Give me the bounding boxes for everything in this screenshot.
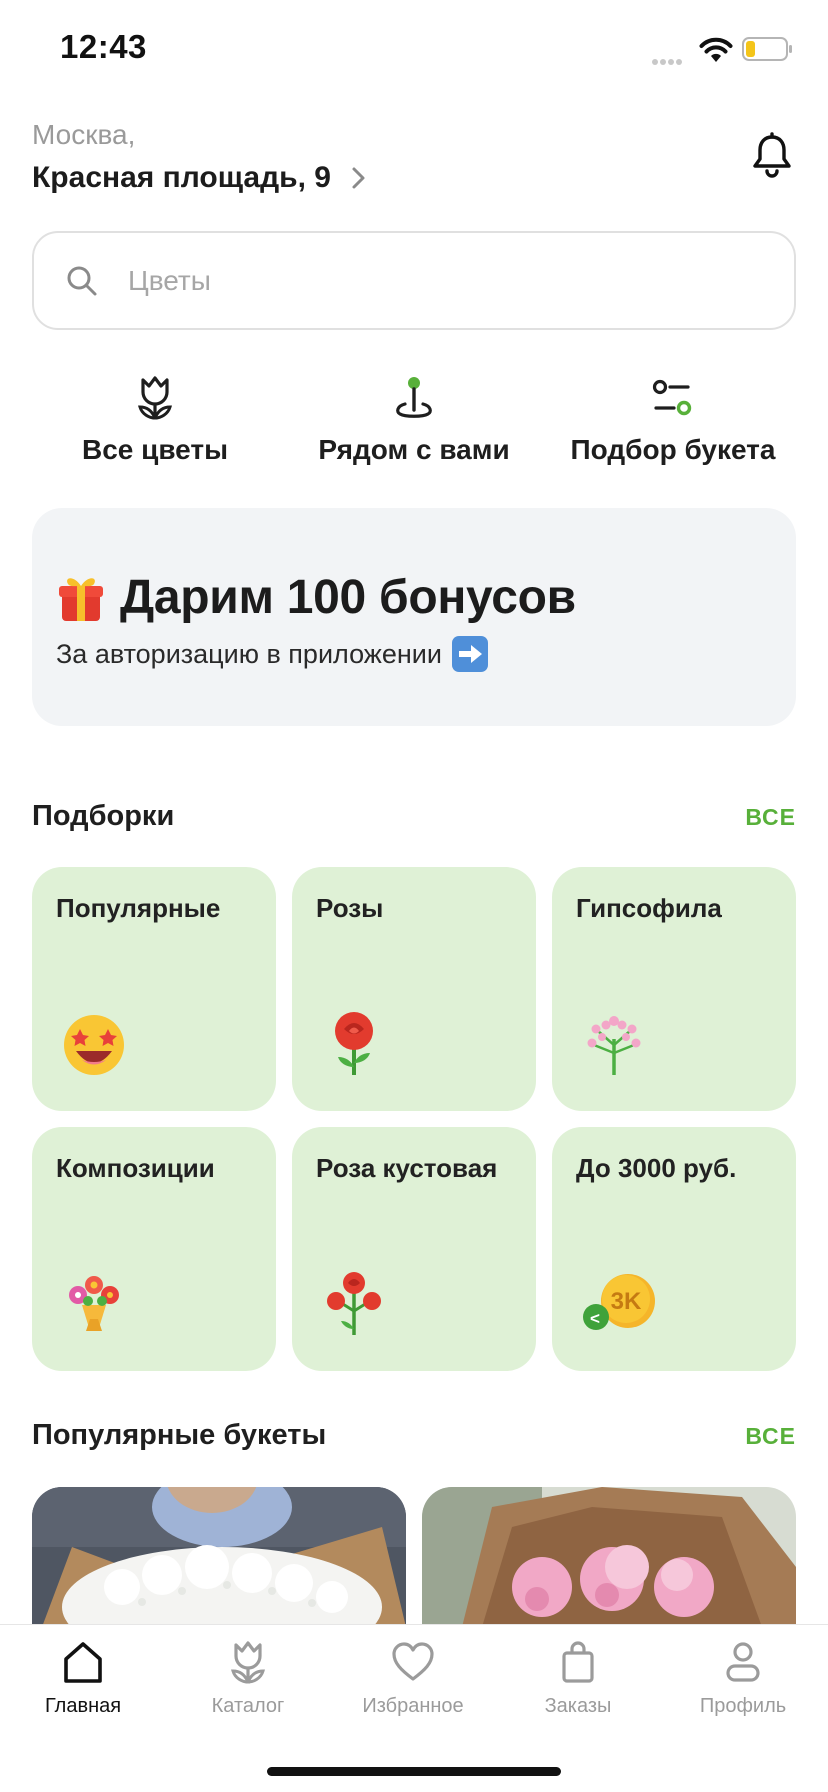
promo-title: Дарим 100 бонусов bbox=[120, 571, 576, 624]
collection-label: Роза кустовая bbox=[316, 1153, 498, 1183]
badge-text: < bbox=[590, 1309, 600, 1328]
tab-label: Заказы bbox=[544, 1695, 612, 1717]
home-icon bbox=[64, 1642, 102, 1683]
collections-all-link[interactable]: ВСЕ bbox=[745, 804, 796, 831]
profile-icon bbox=[726, 1642, 760, 1682]
status-bar: 12:43 bbox=[0, 0, 828, 100]
filter-icon bbox=[652, 379, 692, 416]
bouquet-card-chrysanthemum[interactable] bbox=[32, 1487, 406, 1627]
collection-label: До 3000 руб. bbox=[576, 1153, 737, 1183]
star-struck-emoji bbox=[64, 1015, 124, 1075]
tab-profile[interactable]: Профиль bbox=[660, 1625, 826, 1735]
popular-bouquets-all-link[interactable]: ВСЕ bbox=[745, 1423, 796, 1450]
chevron-right-icon bbox=[352, 167, 365, 189]
collection-card-popular[interactable]: Популярные bbox=[32, 867, 276, 1111]
tab-label: Профиль bbox=[699, 1695, 787, 1717]
collection-card-roses[interactable]: Розы bbox=[292, 867, 536, 1111]
tab-label: Главная bbox=[44, 1695, 122, 1717]
rose-emoji bbox=[335, 1012, 373, 1075]
search-bar[interactable] bbox=[32, 231, 796, 330]
promo-banner[interactable]: Дарим 100 бонусов За авторизацию в прило… bbox=[32, 508, 796, 726]
quick-action-all-flowers[interactable]: Все цветы bbox=[30, 374, 280, 474]
collection-card-compositions[interactable]: Композиции bbox=[32, 1127, 276, 1371]
location-pin-icon bbox=[396, 377, 432, 418]
tab-favorites[interactable]: Избранное bbox=[330, 1625, 496, 1735]
home-indicator bbox=[267, 1767, 561, 1776]
status-time: 12:43 bbox=[60, 28, 147, 65]
promo-subtitle-row: За авторизацию в приложении bbox=[56, 636, 488, 672]
search-icon bbox=[67, 266, 97, 296]
promo-title-row: Дарим 100 бонусов bbox=[56, 570, 576, 625]
bouquet-photo-pink bbox=[422, 1487, 796, 1627]
tulip-icon bbox=[138, 376, 172, 420]
cellular-signal-icon bbox=[652, 52, 690, 65]
quick-action-nearby[interactable]: Рядом с вами bbox=[289, 374, 539, 474]
quick-action-label: Все цветы bbox=[81, 434, 229, 465]
tulip-icon bbox=[231, 1641, 265, 1684]
heart-icon bbox=[392, 1642, 434, 1681]
quick-action-label: Рядом с вами bbox=[318, 434, 510, 465]
search-input[interactable] bbox=[128, 255, 748, 307]
tab-catalog[interactable]: Каталог bbox=[165, 1625, 331, 1735]
bouquet-photo-white bbox=[32, 1487, 406, 1627]
promo-subtitle: За авторизацию в приложении bbox=[56, 638, 442, 669]
spray-rose-emoji bbox=[327, 1272, 381, 1335]
city-label: Москва, bbox=[32, 119, 136, 150]
collection-card-under-3000[interactable]: До 3000 руб. 3K < bbox=[552, 1127, 796, 1371]
battery-icon bbox=[742, 37, 792, 61]
collection-card-spray-rose[interactable]: Роза кустовая bbox=[292, 1127, 536, 1371]
quick-action-bouquet-picker[interactable]: Подбор букета bbox=[548, 374, 798, 474]
coin-text: 3K bbox=[611, 1288, 642, 1315]
wifi-icon bbox=[699, 37, 733, 62]
collections-title: Подборки bbox=[32, 800, 175, 832]
bell-icon[interactable] bbox=[750, 132, 794, 180]
collection-label: Розы bbox=[316, 893, 384, 923]
tab-label: Избранное bbox=[362, 1695, 464, 1717]
address-selector[interactable]: Красная площадь, 9 bbox=[32, 158, 369, 198]
tab-home[interactable]: Главная bbox=[0, 1625, 166, 1735]
gypsophila-emoji bbox=[587, 1016, 641, 1075]
quick-action-label: Подбор букета bbox=[570, 434, 776, 465]
right-arrow-emoji bbox=[451, 636, 488, 672]
address-text: Красная площадь, 9 bbox=[32, 161, 331, 194]
shopping-bag-icon bbox=[562, 1641, 594, 1683]
collection-label: Композиции bbox=[56, 1153, 215, 1183]
bouquet-emoji bbox=[69, 1276, 119, 1331]
coin-3k-emoji: 3K < bbox=[583, 1274, 655, 1330]
collection-card-gypsophila[interactable]: Гипсофила bbox=[552, 867, 796, 1111]
tab-orders[interactable]: Заказы bbox=[495, 1625, 661, 1735]
gift-emoji bbox=[59, 577, 103, 621]
collection-label: Популярные bbox=[56, 893, 221, 923]
tab-bar: Главная Каталог Избранное Заказы Профиль bbox=[0, 1624, 828, 1792]
tab-label: Каталог bbox=[211, 1695, 285, 1717]
bouquet-card-peony[interactable] bbox=[422, 1487, 796, 1627]
popular-bouquets-title: Популярные букеты bbox=[32, 1419, 327, 1451]
collection-label: Гипсофила bbox=[576, 893, 722, 923]
